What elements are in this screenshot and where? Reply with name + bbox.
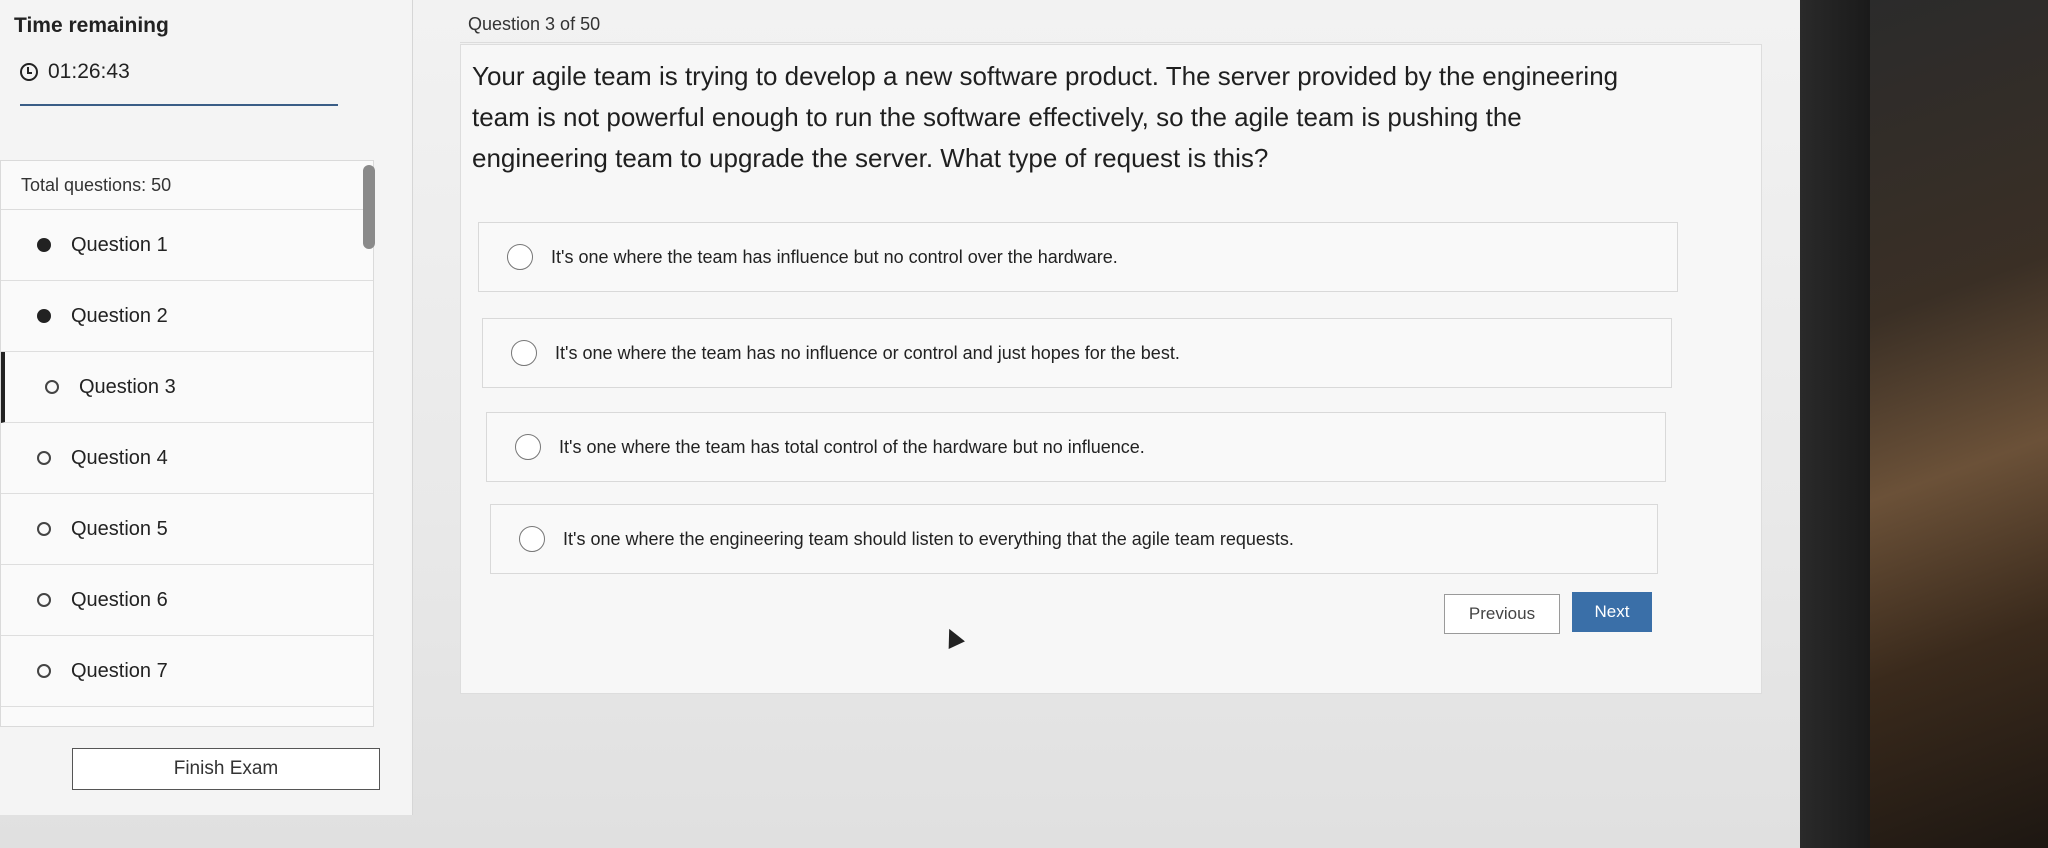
question-counter: Question 3 of 50	[468, 14, 601, 34]
question-nav-item[interactable]: Question 3	[1, 352, 373, 423]
unanswered-dot-icon	[37, 522, 51, 536]
question-nav-label: Question 6	[71, 588, 168, 611]
top-bar	[460, 0, 1730, 43]
next-button[interactable]: Next	[1572, 592, 1652, 632]
unanswered-dot-icon	[37, 664, 51, 678]
radio-button[interactable]	[515, 434, 541, 460]
answer-option-text: It's one where the engineering team shou…	[563, 528, 1294, 549]
screen: Time remaining 01:26:43 Total questions:…	[0, 0, 1815, 848]
background-desk	[1870, 0, 2048, 848]
answer-option-2[interactable]: It's one where the team has no influence…	[482, 318, 1672, 388]
answer-option-3[interactable]: It's one where the team has total contro…	[486, 412, 1666, 482]
answer-option-4[interactable]: It's one where the engineering team shou…	[490, 504, 1658, 574]
answered-dot-icon	[37, 309, 51, 323]
total-questions: Total questions: 50	[1, 161, 373, 210]
question-list: Total questions: 50 Question 1 Question 2…	[0, 160, 375, 727]
question-nav-label: Question 2	[71, 304, 168, 327]
unanswered-dot-icon	[37, 593, 51, 607]
previous-button[interactable]: Previous	[1444, 594, 1560, 634]
question-nav-item[interactable]: Question 5	[1, 494, 373, 565]
timer-value: 01:26:43	[48, 60, 130, 83]
question-nav-label: Question 1	[71, 233, 168, 256]
unanswered-dot-icon	[37, 451, 51, 465]
answer-option-text: It's one where the team has total contro…	[559, 436, 1145, 457]
monitor-bezel	[1800, 0, 1870, 848]
question-nav-label: Question 5	[71, 517, 168, 540]
timer-progress-bar	[20, 104, 338, 106]
question-nav-item[interactable]: Question 7	[1, 636, 373, 707]
answered-dot-icon	[37, 238, 51, 252]
question-nav-item[interactable]: Question 4	[1, 423, 373, 494]
time-remaining-label: Time remaining	[14, 14, 169, 37]
timer-progress-fill	[20, 104, 338, 106]
question-nav-item[interactable]: Question 2	[1, 281, 373, 352]
question-text: Your agile team is trying to develop a n…	[472, 61, 1619, 173]
question-nav-item[interactable]: Question 1	[1, 210, 373, 281]
timer: 01:26:43	[20, 60, 130, 84]
question-nav-label: Question 3	[79, 375, 176, 398]
question-nav-label: Question 7	[71, 659, 168, 682]
answer-option-text: It's one where the team has no influence…	[555, 342, 1180, 363]
question-nav-item[interactable]: Question 6	[1, 565, 373, 636]
unanswered-dot-icon	[45, 380, 59, 394]
answer-option-text: It's one where the team has influence bu…	[551, 246, 1118, 267]
question-nav-label: Question 4	[71, 446, 168, 469]
sidebar: Time remaining 01:26:43 Total questions:…	[0, 0, 413, 815]
finish-exam-button[interactable]: Finish Exam	[72, 748, 380, 790]
radio-button[interactable]	[507, 244, 533, 270]
radio-button[interactable]	[511, 340, 537, 366]
clock-icon	[20, 63, 38, 81]
answer-option-1[interactable]: It's one where the team has influence bu…	[478, 222, 1678, 292]
radio-button[interactable]	[519, 526, 545, 552]
